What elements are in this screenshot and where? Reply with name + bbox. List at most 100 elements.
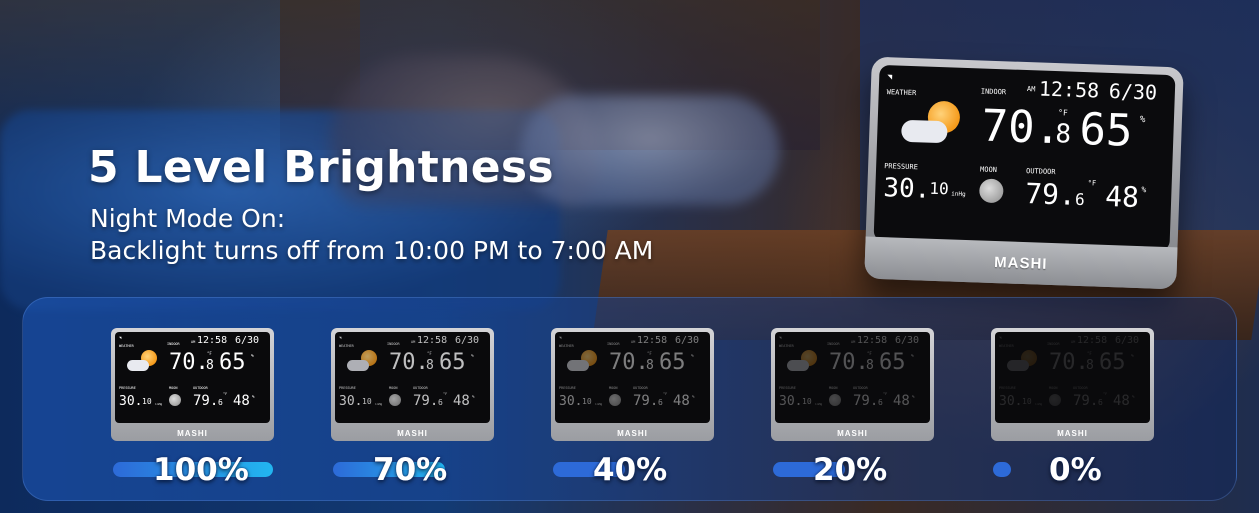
indoor-humidity: 65 [879,350,906,375]
indoor-temp-unit: °F [1087,351,1092,356]
indoor-temp-unit: °F [207,351,212,356]
indoor-humidity: 65 [659,350,686,375]
indoor-label: INDOOR [1047,342,1060,346]
outdoor-temperature: 79. [633,393,659,409]
time-display: 12:58 [197,335,228,346]
outdoor-temperature-decimal: 6 [218,398,223,407]
indoor-humidity-unit: % [911,354,914,359]
brightness-card-100: ◥ WEATHER PRESSURE 30. 10 inHg INDOOR AM… [111,328,274,441]
indoor-temperature: 70. [609,350,649,375]
pressure-decimal: 10 [362,397,372,406]
brightness-percent-label: 40% [593,452,668,488]
outdoor-temp-unit: °F [1087,179,1097,188]
outdoor-temperature-decimal: 6 [438,398,443,407]
card-screen: ◥ WEATHER PRESSURE 30. 10 inHg INDOOR AM… [115,332,270,423]
indoor-temperature-decimal: 8 [1054,119,1072,150]
indoor-temperature-decimal: 8 [206,358,214,373]
outdoor-label: OUTDOOR [193,386,208,390]
brightness-bar-fill [993,462,1011,477]
outdoor-temperature: 79. [413,393,439,409]
indoor-humidity: 65 [1099,350,1126,375]
cloud-icon [347,360,369,371]
pressure-label: PRESSURE [884,162,918,172]
pressure-unit: inHg [1035,402,1043,406]
moon-label: MOON [1049,386,1058,390]
pressure-decimal: 10 [1022,397,1032,406]
date-display: 6/30 [895,335,920,346]
pillow [520,95,780,205]
outdoor-temperature-decimal: 6 [658,398,663,407]
time-display: 12:58 [637,335,668,346]
outdoor-humidity-unit: % [912,394,915,399]
outdoor-temperature-decimal: 6 [1098,398,1103,407]
outdoor-humidity: 48 [453,393,470,409]
outdoor-temperature: 79. [1024,177,1077,212]
brightness-card-20: ◥ WEATHER PRESSURE 30. 10 inHg INDOOR AM… [771,328,934,441]
pressure-label: PRESSURE [119,386,136,390]
pressure-value: 30. [882,173,931,205]
display-content: ◥ WEATHER PRESSURE 30. 10 inHg INDOOR AM… [115,332,270,423]
outdoor-humidity-unit: % [252,394,255,399]
time-display: 12:58 [417,335,448,346]
outdoor-label: OUTDOOR [413,386,428,390]
pressure-value: 30. [119,394,143,409]
outdoor-label: OUTDOOR [1025,167,1056,177]
pressure-unit: inHg [155,402,163,406]
pressure-decimal: 10 [142,397,152,406]
indoor-label: INDOOR [827,342,840,346]
indoor-label: INDOOR [387,342,400,346]
outdoor-temp-unit: °F [1103,392,1108,396]
outdoor-humidity: 48 [893,393,910,409]
outdoor-humidity: 48 [1113,393,1130,409]
pressure-label: PRESSURE [339,386,356,390]
indoor-humidity-unit: % [691,354,694,359]
pressure-value: 30. [999,394,1023,409]
indoor-humidity-unit: % [1131,354,1134,359]
pressure-value: 30. [779,394,803,409]
moon-icon [1049,394,1061,406]
weather-label: WEATHER [339,344,354,348]
moon-icon [978,178,1004,204]
outdoor-humidity-unit: % [472,394,475,399]
indoor-humidity: 65 [439,350,466,375]
brightness-card-70: ◥ WEATHER PRESSURE 30. 10 inHg INDOOR AM… [331,328,494,441]
pressure-label: PRESSURE [559,386,576,390]
signal-icon: ◥ [119,335,122,340]
indoor-humidity-unit: % [471,354,474,359]
time-display: 12:58 [857,335,888,346]
indoor-temp-unit: °F [427,351,432,356]
night-mode-description: Backlight turns off from 10:00 PM to 7:0… [90,236,654,265]
indoor-humidity: 65 [219,350,246,375]
headline: 5 Level Brightness [88,142,554,193]
indoor-temperature: 70. [389,350,429,375]
date-display: 6/30 [235,335,260,346]
brightness-percent-label: 100% [153,452,249,488]
card-screen: ◥ WEATHER PRESSURE 30. 10 inHg INDOOR AM… [775,332,930,423]
weather-label: WEATHER [559,344,574,348]
brightness-percent-label: 20% [813,452,888,488]
weather-label: WEATHER [119,344,134,348]
pressure-unit: inHg [815,402,823,406]
brightness-card-40: ◥ WEATHER PRESSURE 30. 10 inHg INDOOR AM… [551,328,714,441]
moon-label: MOON [829,386,838,390]
card-screen: ◥ WEATHER PRESSURE 30. 10 inHg INDOOR AM… [555,332,710,423]
time-display: 12:58 [1038,76,1100,103]
date-display: 6/30 [1115,335,1140,346]
outdoor-temp-unit: °F [443,392,448,396]
brand-logo: MASHI [617,429,648,438]
pressure-value: 30. [339,394,363,409]
pressure-label: PRESSURE [779,386,796,390]
time-display: 12:58 [1077,335,1108,346]
indoor-humidity-unit: % [1139,115,1146,126]
indoor-temperature: 70. [829,350,869,375]
pressure-label: PRESSURE [999,386,1016,390]
outdoor-temperature-decimal: 6 [1074,189,1086,210]
indoor-temperature: 70. [980,100,1062,155]
time-suffix: AM [191,340,196,344]
card-screen: ◥ WEATHER PRESSURE 30. 10 inHg INDOOR AM… [335,332,490,423]
date-display: 6/30 [455,335,480,346]
moon-icon [389,394,401,406]
indoor-label: INDOOR [167,342,180,346]
outdoor-label: OUTDOOR [853,386,868,390]
moon-label: MOON [979,165,998,175]
